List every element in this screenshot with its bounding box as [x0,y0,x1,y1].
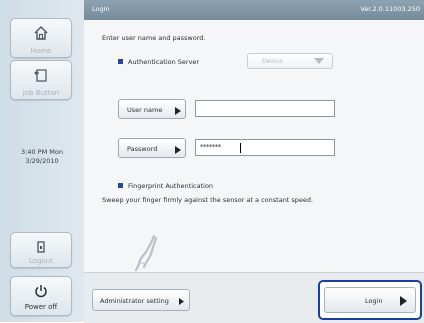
password-button[interactable]: Password [118,138,186,158]
page-title: Login [92,5,110,13]
chevron-down-icon [314,58,324,64]
job-button[interactable]: Job Button [10,60,72,100]
auth-server-value: Device [262,58,283,65]
auth-server-dropdown[interactable]: Device [247,53,333,69]
auth-server-label-text: Authentication Server [128,58,200,66]
fingerprint-label: Fingerprint Authentication [118,182,213,190]
clock: 3:40 PM Mon 3/29/2010 [0,148,84,166]
action-bar: Administrator setting Login [84,272,424,323]
login-label: Login [365,297,383,305]
login-button-face: Login [324,287,416,313]
sidebar: Home Job Button 3:40 PM Mon 3/29/2010 Lo… [0,0,85,322]
section-bullet-icon [118,183,123,188]
main-panel: Login Ver.2.0.11003.250 Enter user name … [84,0,424,323]
triangle-right-icon [175,146,181,154]
power-icon [35,285,47,298]
password-label: Password [127,145,158,153]
home-label: Home [30,47,52,55]
username-label: User name [127,106,163,114]
login-form: Enter user name and password. Authentica… [84,20,424,272]
triangle-right-icon [175,107,181,115]
power-off-button[interactable]: Power off [10,276,72,316]
job-button-label: Job Button [22,89,60,97]
login-screen: Home Job Button 3:40 PM Mon 3/29/2010 Lo… [0,0,424,323]
administrator-setting-button[interactable]: Administrator setting [92,289,190,311]
logout-button[interactable]: Logout [10,232,72,268]
logout-label: Logout [29,257,53,265]
username-button[interactable]: User name [118,99,186,119]
finger-swipe-icon [134,234,158,272]
password-value: ******* [200,143,222,151]
title-bar: Login Ver.2.0.11003.250 [84,0,424,20]
job-button-icon [34,69,47,82]
instruction-text: Enter user name and password. [102,34,206,42]
section-bullet-icon [118,59,123,64]
clock-time: 3:40 PM Mon [21,148,63,156]
logout-icon [37,241,45,253]
clock-date: 3/29/2010 [25,157,59,165]
auth-server-label: Authentication Server [118,58,199,66]
triangle-right-icon [179,298,184,305]
password-field[interactable]: ******* [195,139,335,156]
play-arrow-icon [400,296,407,306]
power-off-label: Power off [24,303,58,311]
administrator-setting-label: Administrator setting [100,297,169,305]
login-button[interactable]: Login [318,280,422,320]
text-caret [240,143,241,153]
version-label: Ver.2.0.11003.250 [360,5,420,13]
fingerprint-label-text: Fingerprint Authentication [128,182,214,190]
username-field[interactable] [195,100,335,117]
home-button[interactable]: Home [10,18,72,58]
home-icon [34,26,48,40]
fingerprint-hint: Sweep your finger firmly against the sen… [102,196,314,204]
